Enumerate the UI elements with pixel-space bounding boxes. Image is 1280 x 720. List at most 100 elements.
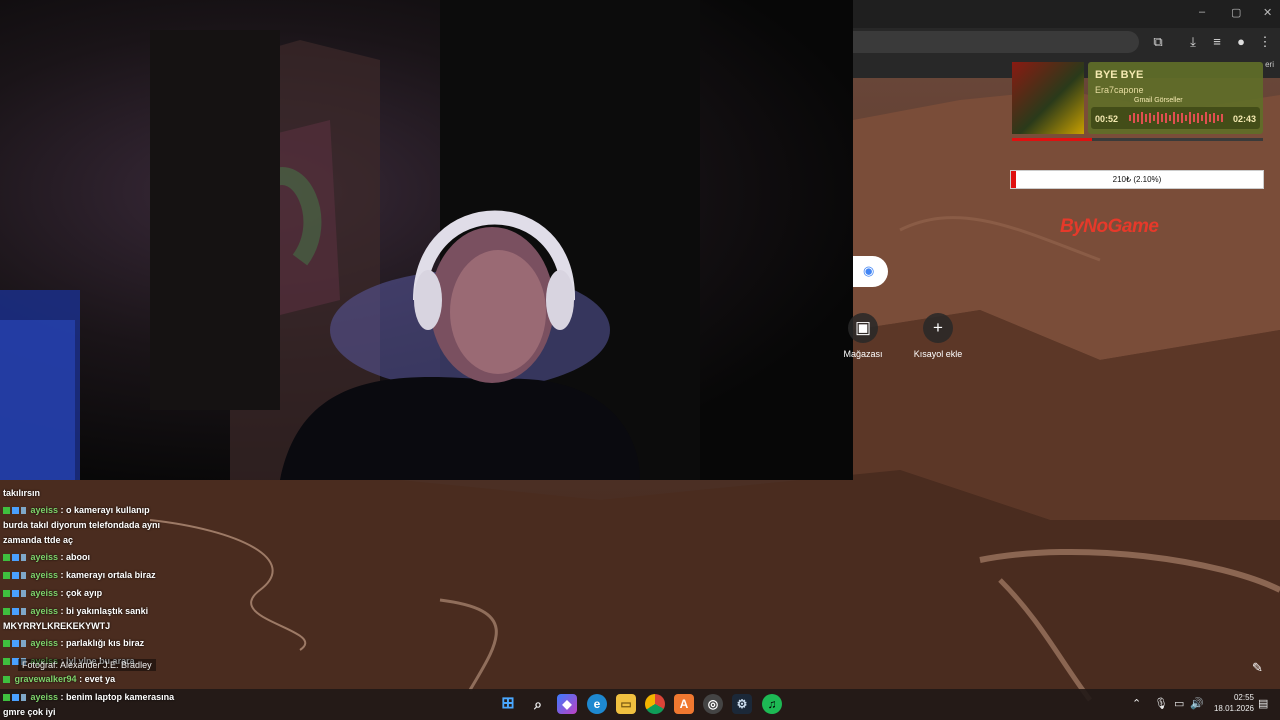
pencil-badge-icon	[21, 590, 26, 597]
pencil-badge-icon	[21, 572, 26, 579]
verified-badge-icon	[12, 507, 19, 514]
chat-text: takılırsın	[3, 488, 41, 498]
camera-icon: ◉	[863, 263, 875, 278]
verified-badge-icon	[12, 590, 19, 597]
webcam-feed	[0, 0, 853, 480]
album-art	[1012, 62, 1084, 134]
chat-text: zamanda ttde aç	[3, 535, 74, 545]
track-artist: Era7capone	[1095, 85, 1144, 95]
steam-icon[interactable]: ⚙	[732, 694, 752, 714]
chat-username[interactable]: gravewalker94	[15, 674, 77, 684]
kick-badge-icon	[3, 572, 10, 579]
media-control-icon[interactable]: ≡	[1209, 34, 1225, 50]
verified-badge-icon	[12, 554, 19, 561]
verified-badge-icon	[12, 640, 19, 647]
total-time: 02:43	[1232, 114, 1256, 124]
chat-text: evet ya	[84, 674, 116, 684]
notification-icon[interactable]: ▤	[1258, 697, 1268, 710]
track-progress-fill	[1012, 138, 1093, 141]
browser-titlebar: – ▢ ✕	[853, 0, 1280, 28]
chat-text: parlaklığı kıs biraz	[66, 638, 145, 648]
donation-goal-text: 210₺ (2.10%)	[1112, 175, 1162, 184]
chat-line: ayeiss : o kamerayı kullanıp	[3, 505, 150, 515]
verified-badge-icon	[12, 694, 19, 701]
chat-text: gmre çok iyi	[3, 707, 56, 717]
browser-shortcut-text: Gmail Görseller	[1134, 97, 1183, 104]
shortcut-label: Mağazası	[843, 349, 883, 359]
chat-line: ayeiss : çok ayıp	[3, 588, 102, 598]
chat-line: burda takıl diyorum telefondada aynı	[3, 520, 160, 530]
chat-line: ayeiss : kamerayı ortala biraz	[3, 570, 156, 580]
chat-username[interactable]: ayeiss	[31, 606, 59, 616]
address-bar[interactable]	[853, 31, 1139, 53]
chat-text: burda takıl diyorum telefondada aynı	[3, 520, 161, 530]
chat-username[interactable]: ayeiss	[31, 552, 59, 562]
clock-date: 18.01.2026	[1213, 704, 1254, 713]
clock-time: 02:55	[1233, 693, 1254, 702]
spotify-icon[interactable]: ♫	[762, 694, 782, 714]
chat-line: MKYRRYLKREKEKYWTJ	[3, 621, 110, 631]
verified-badge-icon	[12, 572, 19, 579]
minimize-icon[interactable]: –	[1199, 6, 1205, 18]
close-icon[interactable]: ✕	[1263, 6, 1272, 19]
extensions-icon[interactable]: ⧉	[1150, 34, 1166, 50]
file-explorer-icon[interactable]: ▭	[616, 694, 636, 714]
shortcut-add[interactable]: + Kısayol ekle	[903, 313, 973, 359]
bookmark-item[interactable]: eri	[1265, 60, 1274, 69]
kick-badge-icon	[3, 676, 10, 683]
track-info-panel: BYE BYE Era7capone Gmail Görseller 00:52…	[1088, 62, 1263, 134]
chat-line: ayeiss : benim laptop kamerasına	[3, 692, 174, 702]
microphone-icon[interactable]: 🎙	[1154, 697, 1168, 710]
chat-line: ayeiss : parlaklığı kıs biraz	[3, 638, 144, 648]
track-title: BYE BYE	[1095, 69, 1144, 81]
pencil-badge-icon	[21, 640, 26, 647]
search-icon[interactable]: ⌕	[528, 694, 548, 714]
kick-badge-icon	[3, 658, 10, 665]
windows-start-icon[interactable]: ⊞	[498, 694, 518, 714]
edge-icon[interactable]: e	[587, 694, 607, 714]
chrome-icon[interactable]	[645, 694, 665, 714]
pencil-badge-icon	[21, 507, 26, 514]
chat-username[interactable]: ayeiss	[31, 588, 59, 598]
taskbar-clock[interactable]: 02:55 18.01.2026	[1206, 692, 1254, 714]
donation-goal-bar: 210₺ (2.10%)	[1010, 170, 1264, 189]
obs-icon[interactable]: ◎	[703, 694, 723, 714]
chat-line: zamanda ttde aç	[3, 535, 73, 545]
elapsed-time: 00:52	[1095, 114, 1119, 124]
waveform-icon	[1129, 112, 1223, 124]
kick-badge-icon	[3, 640, 10, 647]
chat-text: çok ayıp	[66, 588, 103, 598]
chevron-up-icon[interactable]: ⌃	[1132, 697, 1141, 710]
customize-pencil-icon[interactable]: ✎	[1252, 660, 1263, 676]
pencil-badge-icon	[21, 694, 26, 701]
chat-line: takılırsın	[3, 488, 40, 498]
kick-badge-icon	[3, 554, 10, 561]
chat-text: o kamerayı kullanıp	[66, 505, 150, 515]
google-lens-button[interactable]: ◉	[853, 256, 888, 287]
download-icon[interactable]: ⤓	[1185, 34, 1201, 50]
photo-credit-link[interactable]: Fotoğraf: Alexander J.E. Bradley	[18, 659, 156, 671]
network-icon[interactable]: ▭	[1174, 697, 1184, 710]
shortcut-store[interactable]: ▣ Mağazası	[828, 313, 898, 359]
chat-username[interactable]: ayeiss	[31, 570, 59, 580]
chat-text: kamerayı ortala biraz	[66, 570, 156, 580]
track-progress-track	[1012, 138, 1263, 141]
verified-badge-icon	[12, 608, 19, 615]
app-a-icon[interactable]: A	[674, 694, 694, 714]
sponsor-logo: ByNoGame	[1060, 216, 1159, 237]
kick-badge-icon	[3, 507, 10, 514]
chat-line: gmre çok iyi	[3, 707, 56, 717]
chat-username[interactable]: ayeiss	[31, 692, 59, 702]
chat-line: ayeiss : abooı	[3, 552, 90, 562]
pencil-badge-icon	[21, 554, 26, 561]
menu-icon[interactable]: ⋮	[1257, 34, 1273, 50]
chat-username[interactable]: ayeiss	[31, 638, 59, 648]
chat-username[interactable]: ayeiss	[31, 505, 59, 515]
shortcut-label: Kısayol ekle	[913, 349, 963, 359]
copilot-icon[interactable]: ◆	[557, 694, 577, 714]
store-icon: ▣	[848, 313, 878, 343]
profile-avatar-icon[interactable]: ●	[1233, 34, 1249, 50]
playback-bar: 00:52 02:43	[1091, 107, 1260, 129]
maximize-icon[interactable]: ▢	[1231, 6, 1241, 19]
volume-icon[interactable]: 🔊	[1190, 697, 1204, 710]
